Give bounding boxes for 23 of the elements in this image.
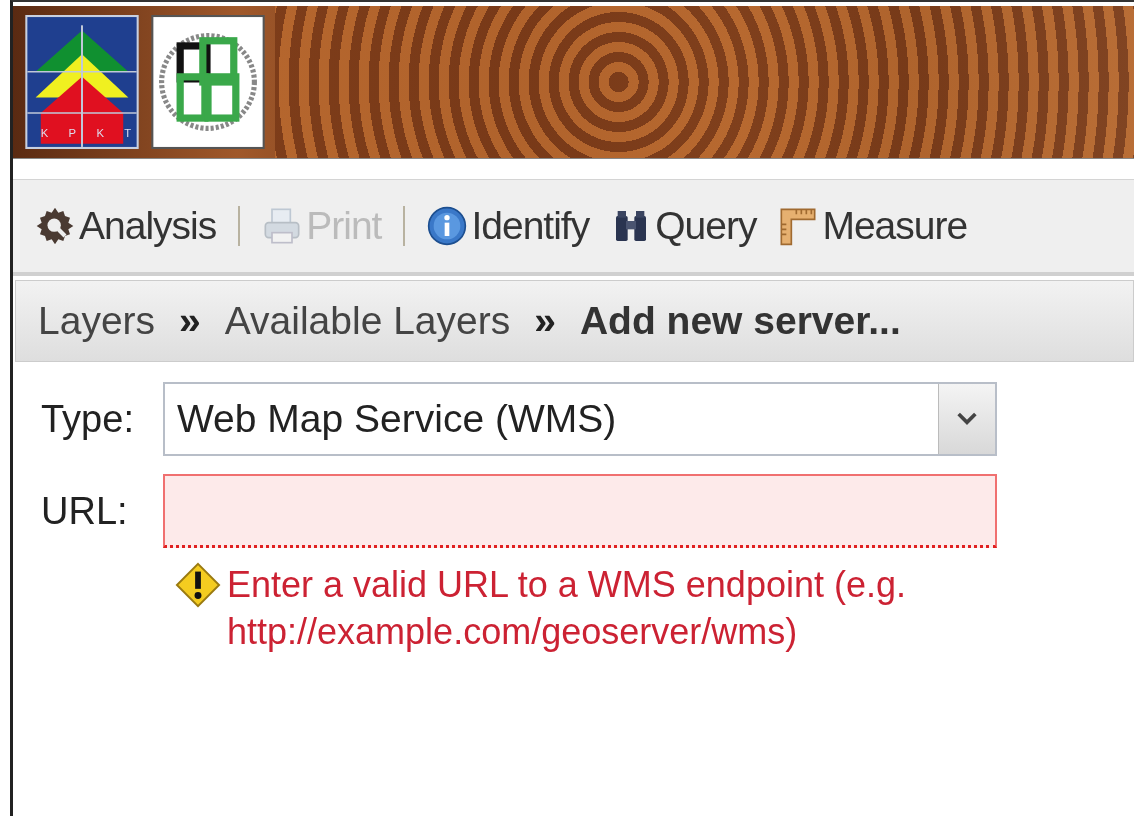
field-label: URL: bbox=[41, 489, 129, 533]
error-message: Enter a valid URL to a WMS endpoint (e.g. http://example.com/geoserver/wms) bbox=[227, 563, 907, 654]
toolbar-button[interactable]: Measure bbox=[774, 204, 972, 248]
dropdown-trigger[interactable] bbox=[938, 384, 995, 454]
house-logo-icon: K P K T bbox=[23, 15, 141, 149]
breadcrumb-separator: » bbox=[179, 299, 201, 343]
chevron-down-icon bbox=[957, 412, 977, 426]
url-input-field[interactable] bbox=[163, 474, 997, 548]
breadcrumb-item: Add new server... bbox=[579, 299, 901, 343]
info-icon bbox=[427, 206, 468, 246]
toolbar-button[interactable]: Analysis bbox=[31, 204, 221, 248]
printer-icon bbox=[262, 206, 303, 246]
gear-search-icon bbox=[35, 206, 75, 246]
warning-icon bbox=[175, 562, 221, 608]
breadcrumb-item[interactable]: Layers bbox=[38, 299, 156, 343]
breadcrumb-item[interactable]: Available Layers bbox=[224, 299, 511, 343]
toolbar-button[interactable]: Query bbox=[607, 204, 761, 248]
type-dropdown[interactable]: Web Map Service (WMS) bbox=[163, 382, 997, 456]
breadcrumb-separator: » bbox=[534, 299, 556, 343]
field-label: Type: bbox=[41, 397, 135, 441]
emblem-logo-icon bbox=[149, 15, 267, 149]
toolbar-button[interactable]: Identify bbox=[423, 204, 594, 248]
ruler-icon bbox=[778, 206, 819, 246]
